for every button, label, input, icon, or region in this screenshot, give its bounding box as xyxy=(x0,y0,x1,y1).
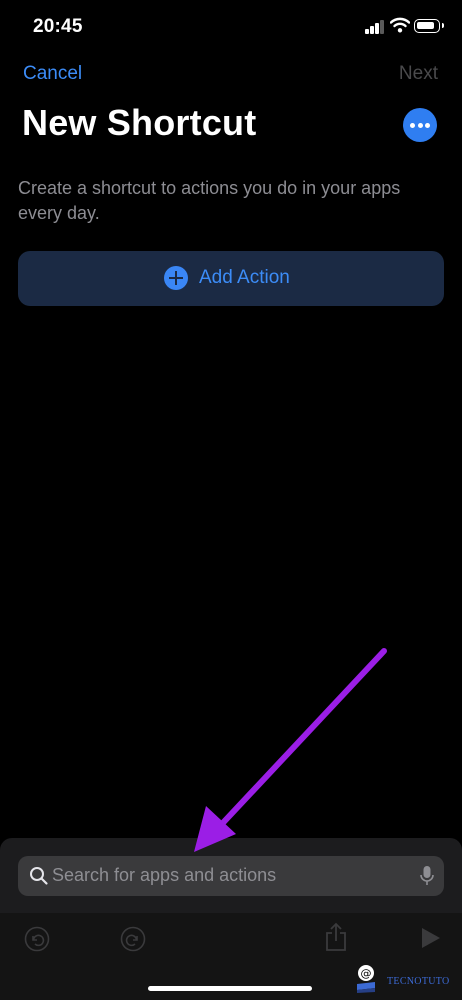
search-input[interactable]: Search for apps and actions xyxy=(18,856,444,896)
logo-mark-icon: @ xyxy=(357,965,375,993)
wifi-icon xyxy=(390,17,410,33)
next-button[interactable]: Next xyxy=(399,63,438,85)
more-options-button[interactable] xyxy=(403,108,437,142)
watermark-logo: @ TECNOTUTO xyxy=(355,962,459,994)
share-icon[interactable] xyxy=(324,922,348,952)
status-time: 20:45 xyxy=(33,16,83,37)
page-title: New Shortcut xyxy=(22,102,257,143)
redo-icon[interactable] xyxy=(120,926,146,952)
home-indicator xyxy=(148,986,312,991)
search-icon xyxy=(30,867,48,885)
watermark-text: TECNOTUTO xyxy=(387,976,450,987)
search-placeholder: Search for apps and actions xyxy=(52,865,277,885)
cellular-signal-icon xyxy=(365,20,386,34)
microphone-icon[interactable] xyxy=(420,865,434,887)
add-action-button[interactable]: Add Action xyxy=(18,251,444,306)
cancel-button[interactable]: Cancel xyxy=(23,63,82,85)
undo-icon[interactable] xyxy=(24,926,50,952)
status-bar: 20:45 xyxy=(0,0,462,56)
plus-circle-icon xyxy=(164,266,188,290)
battery-icon xyxy=(414,19,444,33)
page-description: Create a shortcut to actions you do in y… xyxy=(18,178,401,223)
add-action-label: Add Action xyxy=(199,267,290,288)
svg-text:@: @ xyxy=(361,967,372,980)
play-icon[interactable] xyxy=(420,926,442,950)
